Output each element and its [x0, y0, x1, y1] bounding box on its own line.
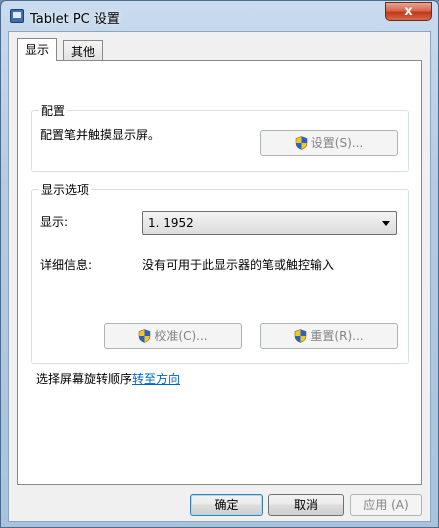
- go-to-orientation-link[interactable]: 转至方向: [132, 372, 180, 386]
- display-select-value: 1. 1952: [148, 216, 194, 230]
- dialog-window: Tablet PC 设置 x 显示 其他 配置 配置笔并触摸显示屏。 设置(S)…: [0, 0, 439, 528]
- uac-shield-icon: [139, 329, 151, 343]
- reset-button[interactable]: 重置(R)...: [260, 323, 398, 349]
- display-label: 显示:: [40, 215, 69, 229]
- uac-shield-icon: [295, 329, 307, 343]
- tab-panel-display: 配置 配置笔并触摸显示屏。 设置(S)... 显示选项 显示: 1. 1952: [17, 60, 422, 485]
- calibrate-button[interactable]: 校准(C)...: [104, 323, 242, 349]
- apply-button[interactable]: 应用 (A): [350, 494, 422, 516]
- ok-button[interactable]: 确定: [190, 494, 263, 516]
- uac-shield-icon: [295, 136, 308, 150]
- config-group-title: 配置: [39, 102, 68, 119]
- display-options-title: 显示选项: [39, 181, 92, 198]
- calibrate-button-label: 校准(C)...: [154, 329, 208, 343]
- details-label: 详细信息:: [40, 258, 93, 272]
- title-bar[interactable]: Tablet PC 设置 x: [1, 1, 438, 31]
- setup-button[interactable]: 设置(S)...: [260, 130, 398, 156]
- rotation-prefix: 选择屏幕旋转顺序: [36, 372, 133, 386]
- setup-button-label: 设置(S)...: [310, 136, 364, 150]
- dialog-client-area: 显示 其他 配置 配置笔并触摸显示屏。 设置(S)... 显示选项 显示: 1.…: [8, 31, 431, 522]
- display-select[interactable]: 1. 1952: [142, 211, 397, 235]
- details-value: 没有可用于此显示器的笔或触控输入: [142, 258, 335, 272]
- window-title: Tablet PC 设置: [30, 12, 120, 27]
- config-group: 配置 配置笔并触摸显示屏。 设置(S)...: [31, 102, 409, 172]
- tablet-pc-icon: [10, 9, 24, 23]
- config-description: 配置笔并触摸显示屏。: [40, 128, 161, 142]
- cancel-button[interactable]: 取消: [268, 494, 344, 516]
- close-button[interactable]: x: [385, 2, 432, 21]
- display-options-group: 显示选项 显示: 1. 1952 详细信息: 没有可用于此显示器的笔或触控输入 …: [31, 181, 409, 364]
- chevron-down-icon: [382, 221, 390, 226]
- tab-other[interactable]: 其他: [63, 40, 104, 60]
- rotation-line: 选择屏幕旋转顺序转至方向: [36, 370, 180, 387]
- tab-display[interactable]: 显示: [17, 38, 58, 61]
- reset-button-label: 重置(R)...: [310, 329, 364, 343]
